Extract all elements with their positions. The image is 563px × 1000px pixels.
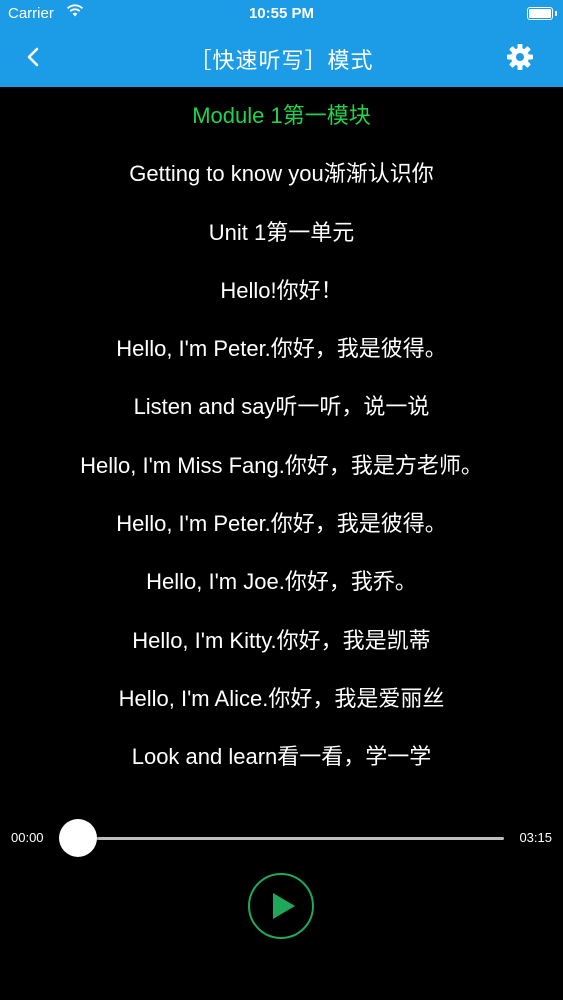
lyric-line[interactable]: Hello, I'm Miss Fang.你好，我是方老师。 [0,437,563,495]
lyric-line[interactable]: Hello, I'm Peter.你好，我是彼得。 [0,320,563,378]
progress-track[interactable] [78,837,504,840]
lyric-line[interactable]: Hello, I'm Peter.你好，我是彼得。 [0,495,563,553]
settings-button[interactable] [505,42,535,72]
play-icon [248,873,314,939]
page-title: ［快速听写］模式 [189,48,374,73]
navigation-bar: ［快速听写］模式 [0,28,563,87]
lyric-line[interactable]: Hello, I'm Alice.你好，我是爱丽丝 [0,670,563,728]
total-time: 03:15 [519,830,552,845]
lyric-line[interactable]: Listen and say听一听，说一说 [0,378,563,436]
header-bar: Carrier 10:55 PM ［快速听写］模式 [0,0,563,87]
play-button[interactable] [247,872,315,940]
current-time: 00:00 [11,830,44,845]
lyrics-list: Module 1第一模块 Getting to know you渐渐认识你 Un… [0,87,563,787]
audio-player: 00:00 03:15 [0,810,563,870]
lyric-line[interactable]: Hello!你好！ [0,262,563,320]
lyric-line[interactable]: Module 1第一模块 [0,87,563,145]
lyric-line[interactable]: Unit 1第一单元 [0,204,563,262]
lyric-line[interactable]: Look and learn看一看，学一学 [0,728,563,786]
status-time: 10:55 PM [248,5,315,22]
lyric-line[interactable]: Getting to know you渐渐认识你 [0,145,563,203]
lyric-line[interactable]: Hello, I'm Kitty.你好，我是凯蒂 [0,612,563,670]
lyric-line[interactable]: Hello, I'm Joe.你好，我乔。 [0,553,563,611]
battery-icon [527,7,557,20]
gear-icon [507,44,533,70]
status-bar: Carrier 10:55 PM [0,0,563,28]
progress-thumb[interactable] [59,819,97,857]
